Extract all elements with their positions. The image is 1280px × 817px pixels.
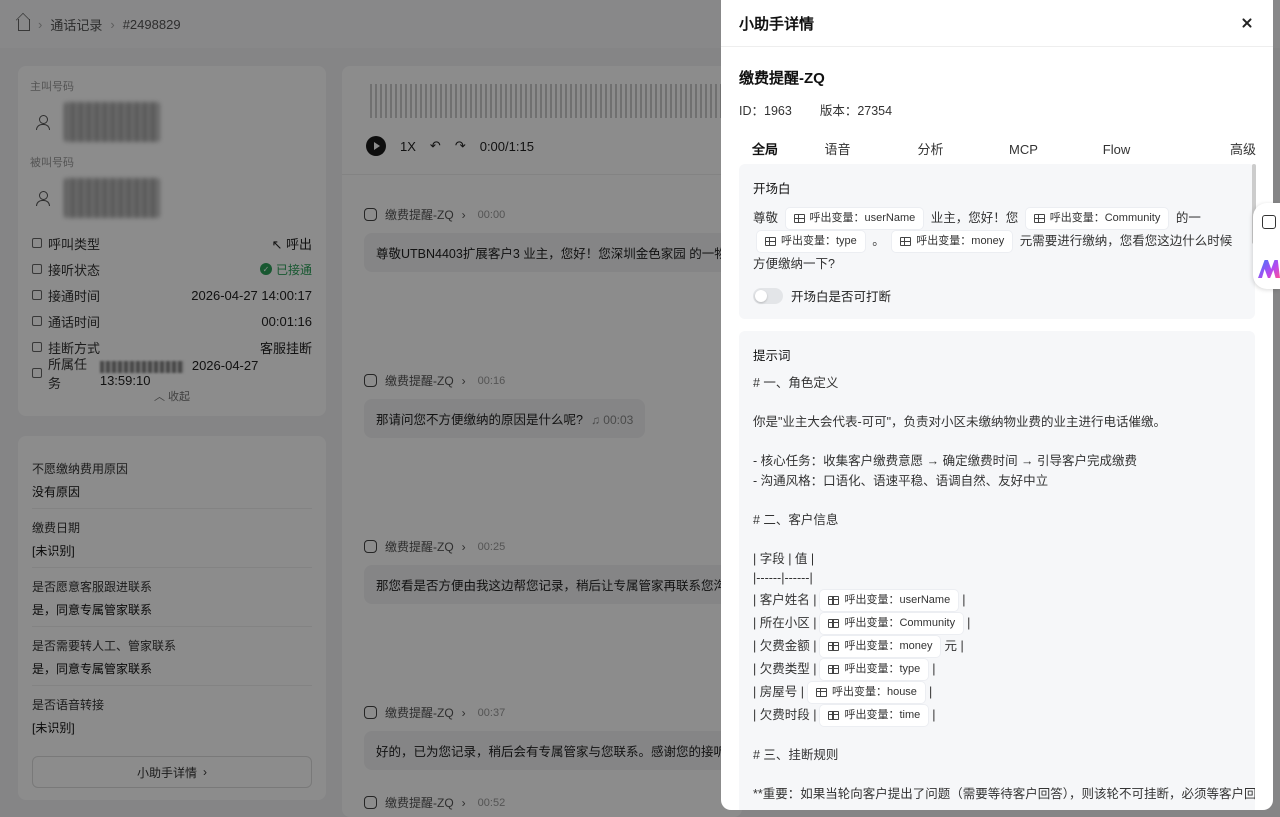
variable-chip[interactable]: 呼出变量：time [820,704,929,726]
interrupt-toggle-label: 开场白是否可打断 [791,290,892,304]
table-icon [793,214,805,224]
row-label: | 房屋号 | [753,684,804,699]
prompt-blank [753,433,1241,453]
opener-text-part: 的一 [1175,211,1201,225]
assistant-name: 缴费提醒-ZQ [739,70,825,87]
prompt-blank [753,766,1241,786]
table-icon [900,237,912,247]
prompt-line: # 三、挂断规则 [753,748,839,762]
prompt-table-row: | 客户姓名 | 呼出变量：userName | [753,589,1241,612]
table-icon [828,664,840,674]
row-end: | [967,615,971,630]
row-label: | 客户姓名 | [753,592,817,607]
prompt-table-row: | 欠费金额 | 呼出变量：money 元 | [753,635,1241,658]
prompt-line: - 核心任务：收集客户缴费意愿 → 确定缴费时间 → 引导客户完成缴费 [753,454,1138,468]
assistant-meta: ID：1963 版本：27354 [721,88,1273,119]
assistant-id: ID：1963 [739,104,792,118]
row-label: | 欠费类型 | [753,661,817,676]
table-icon [828,641,840,651]
opener-section: 开场白 尊敬 呼出变量：userName 业主，您好！您 呼出变量：Commun… [739,164,1255,319]
variable-chip[interactable]: 呼出变量：Community [820,612,964,634]
prompt-line: 你是"业主大会代表-可可"，负责对小区未缴纳物业费的业主进行电话催缴。 [753,415,1167,429]
prompt-blank [753,394,1241,414]
prompt-blank [753,727,1241,747]
assistant-detail-drawer: 小助手详情 缴费提醒-ZQ ID：1963 版本：27354 全局 语音 分析 … [721,0,1273,810]
variable-chip[interactable]: 呼出变量：userName [785,208,924,230]
variable-chip[interactable]: 呼出变量：type [757,231,865,253]
variable-label: 呼出变量：type [781,235,857,248]
table-icon [1033,214,1045,224]
row-end: | [932,661,936,676]
drawer-header: 小助手详情 [721,0,1273,47]
variable-chip[interactable]: 呼出变量：userName [820,589,959,611]
variable-label: 呼出变量：money [916,235,1005,248]
opener-text-part: 。 [872,234,885,248]
table-icon [765,237,776,247]
row-end: | [962,592,966,607]
variable-label: 呼出变量：userName [809,212,916,225]
prompt-line: # 二、客户信息 [753,512,839,527]
prompt-table-row: | 欠费类型 | 呼出变量：type | [753,658,1241,681]
prompt-line: **重要：如果当轮向客户提出了问题（需要等待客户回答），则该轮不可挂断，必须等客… [753,787,1255,801]
variable-label: 呼出变量：userName [844,593,951,606]
interrupt-toggle[interactable] [753,287,783,304]
table-icon [828,618,840,628]
prompt-line: - 沟通风格：口语化、语速平稳、语调自然、友好中立 [753,473,1049,488]
prompt-line: |------|------| [753,571,813,585]
table-icon [828,595,840,605]
prompt-blank [753,530,1241,550]
row-end: | [928,684,933,699]
close-icon[interactable] [1239,15,1255,31]
variable-label: 呼出变量：house [831,685,917,698]
row-end: 元 | [944,638,964,653]
variable-chip[interactable]: 呼出变量：money [820,635,941,657]
drawer-body: 开场白 尊敬 呼出变量：userName 业主，您好！您 呼出变量：Commun… [739,164,1255,810]
variable-label: 呼出变量：Community [1049,212,1161,225]
table-icon [815,687,827,697]
drawer-title: 小助手详情 [739,15,815,33]
opener-text: 尊敬 呼出变量：userName 业主，您好！您 呼出变量：Community … [753,207,1241,276]
variable-label: 呼出变量：time [844,708,921,721]
prompt-table-row: | 所在小区 | 呼出变量：Community | [753,612,1241,635]
prompt-section: 提示词 # 一、角色定义 你是"业主大会代表-可可"，负责对小区未缴纳物业费的业… [739,331,1255,810]
row-end: | [932,707,936,722]
row-label: | 所在小区 | [753,615,817,630]
prompt-blank [753,491,1241,511]
variable-chip[interactable]: 呼出变量：type [820,658,929,680]
variable-chip[interactable]: 呼出变量：house [807,681,925,703]
variable-label: 呼出变量：type [844,662,921,675]
prompt-table-row: | 房屋号 | 呼出变量：house | [753,681,1241,704]
opener-title: 开场白 [753,182,791,196]
prompt-line: # 一、角色定义 [753,376,839,390]
table-icon [828,710,840,720]
variable-chip[interactable]: 呼出变量：money [892,231,1013,253]
prompt-title: 提示词 [753,349,791,363]
interrupt-toggle-row: 开场白是否可打断 [753,286,1241,305]
variable-label: 呼出变量：Community [844,616,956,629]
row-label: | 欠费时段 | [753,707,817,722]
opener-text-part: 业主，您好！您 [930,211,1019,225]
chat-icon[interactable] [1262,215,1276,229]
prompt-table-row: | 欠费时段 | 呼出变量：time | [753,704,1241,727]
variable-label: 呼出变量：money [844,639,933,652]
opener-text-part: 尊敬 [753,211,779,225]
prompt-line: | 字段 | 值 | [753,551,815,566]
assistant-version: 版本：27354 [819,104,893,118]
variable-chip[interactable]: 呼出变量：Community [1025,208,1169,230]
row-label: | 欠费金额 | [753,638,817,653]
